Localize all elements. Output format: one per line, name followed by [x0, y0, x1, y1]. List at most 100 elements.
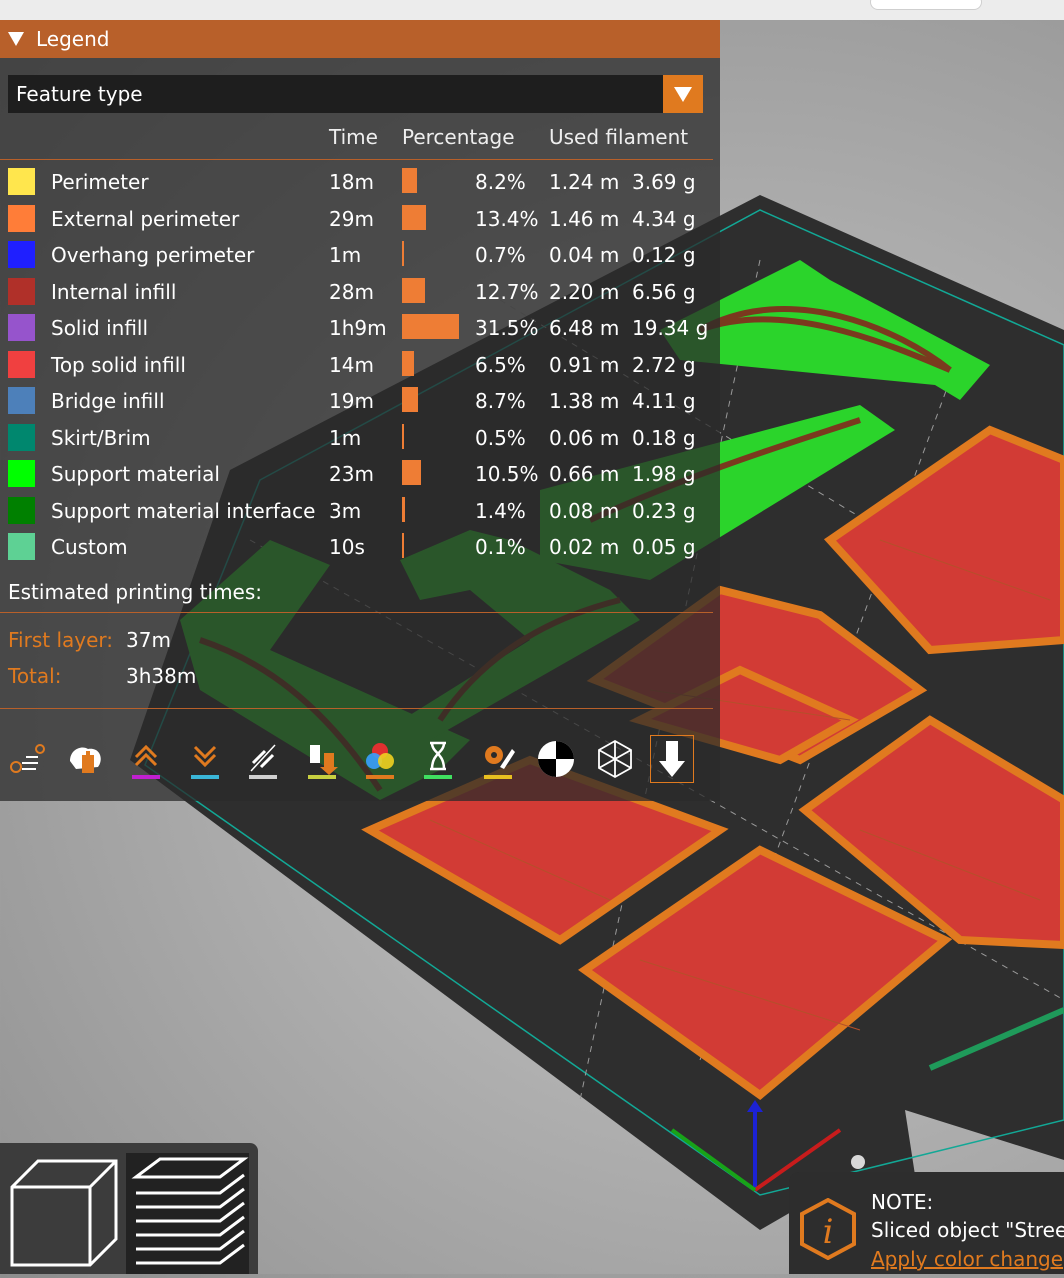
- legend-row[interactable]: Overhang perimeter 1m 0.7% 0.04 m 0.12 g: [0, 237, 720, 273]
- estimated-times-title: Estimated printing times:: [8, 580, 263, 604]
- first-layer-label: First layer:: [8, 628, 114, 652]
- legend-toolbar: [0, 735, 720, 783]
- feature-name: Internal infill: [51, 279, 177, 304]
- percentage-bar: [402, 423, 404, 449]
- divider: [0, 708, 713, 709]
- percentage-bar: [402, 350, 414, 376]
- 3d-view-button[interactable]: [8, 1157, 120, 1269]
- color-swatch: [8, 423, 35, 451]
- feature-time: 1m: [329, 243, 362, 267]
- feature-percentage: 31.5%: [475, 316, 539, 340]
- feature-weight: 0.23 g: [632, 498, 696, 523]
- feature-weight: 0.12 g: [632, 243, 696, 267]
- notification: i NOTE: Sliced object "Street Apply colo…: [789, 1172, 1064, 1274]
- legend-row[interactable]: Support material 23m 10.5% 0.66 m 1.98 g: [0, 456, 720, 492]
- apply-color-change-link[interactable]: Apply color change: [871, 1247, 1063, 1271]
- feature-length: 0.08 m: [549, 498, 620, 523]
- feature-weight: 1.98 g: [632, 462, 696, 486]
- feature-name: Perimeter: [51, 170, 149, 194]
- legend-row[interactable]: Custom 10s 0.1% 0.02 m 0.05 g: [0, 529, 720, 565]
- feature-name: External perimeter: [51, 206, 240, 231]
- pause-icon[interactable]: [416, 735, 460, 783]
- feature-length: 1.46 m: [549, 206, 620, 231]
- legend-row[interactable]: Internal infill 28m 12.7% 2.20 m 6.56 g: [0, 274, 720, 310]
- percentage-bar: [402, 460, 421, 485]
- note-title: NOTE:: [871, 1190, 934, 1214]
- layers-icon: [131, 1157, 249, 1265]
- color-swatch: [8, 460, 35, 487]
- center-of-gravity-icon[interactable]: [534, 735, 578, 783]
- cube-icon: [10, 1159, 118, 1267]
- legend-row[interactable]: Bridge infill 19m 8.7% 1.38 m 4.11 g: [0, 383, 720, 419]
- feature-time: 18m: [329, 170, 374, 194]
- svg-text:i: i: [823, 1212, 834, 1252]
- feature-percentage: 0.7%: [475, 243, 526, 267]
- dropdown-arrow-icon[interactable]: [663, 75, 703, 113]
- preview-button[interactable]: [126, 1153, 249, 1274]
- legend-row[interactable]: Top solid infill 14m 6.5% 0.91 m 2.72 g: [0, 347, 720, 383]
- column-time: Time: [329, 125, 378, 149]
- column-percentage: Percentage: [402, 125, 515, 149]
- legend-panel: Legend Feature type Time Percentage Used…: [0, 20, 720, 801]
- top-field[interactable]: [870, 0, 982, 10]
- legend-row[interactable]: Solid infill 1h9m 31.5% 6.48 m 19.34 g: [0, 310, 720, 346]
- feature-name: Solid infill: [51, 316, 149, 340]
- collapse-triangle-icon: [8, 32, 24, 46]
- feature-weight: 19.34 g: [632, 316, 709, 340]
- feature-weight: 0.18 g: [632, 425, 696, 450]
- feature-name: Bridge infill: [51, 389, 165, 413]
- feature-weight: 4.11 g: [632, 389, 696, 413]
- view-type-value: Feature type: [16, 82, 143, 106]
- view-type-select[interactable]: Feature type: [8, 75, 703, 113]
- feature-weight: 6.56 g: [632, 279, 696, 304]
- travel-icon[interactable]: [6, 735, 50, 783]
- info-icon: i: [799, 1197, 857, 1261]
- feature-time: 14m: [329, 352, 374, 377]
- note-text: Sliced object "Street: [871, 1218, 1064, 1242]
- feature-time: 23m: [329, 462, 374, 486]
- retractions-icon[interactable]: [124, 735, 168, 783]
- tool-marker-icon[interactable]: [650, 735, 694, 783]
- feature-length: 0.66 m: [549, 462, 620, 486]
- feature-length: 0.06 m: [549, 425, 620, 450]
- deretractions-icon[interactable]: [183, 735, 227, 783]
- feature-length: 2.20 m: [549, 279, 620, 304]
- color-swatch: [8, 314, 35, 341]
- percentage-bar: [402, 533, 404, 558]
- total-value: 3h38m: [126, 664, 197, 688]
- tool-changes-icon[interactable]: [300, 735, 344, 783]
- feature-percentage: 8.2%: [475, 170, 526, 194]
- feature-weight: 0.05 g: [632, 535, 696, 559]
- seams-icon[interactable]: [241, 735, 285, 783]
- feature-name: Top solid infill: [51, 352, 186, 377]
- feature-percentage: 12.7%: [475, 279, 539, 304]
- color-changes-icon[interactable]: [358, 735, 402, 783]
- divider: [0, 612, 713, 613]
- legend-row[interactable]: Perimeter 18m 8.2% 1.24 m 3.69 g: [0, 164, 720, 200]
- wipe-icon[interactable]: [64, 735, 108, 783]
- legend-row[interactable]: Support material interface 3m 1.4% 0.08 m 0.…: [0, 493, 720, 529]
- custom-gcode-icon[interactable]: [476, 735, 520, 783]
- legend-row[interactable]: Skirt/Brim 1m 0.5% 0.06 m 0.18 g: [0, 420, 720, 456]
- legend-header[interactable]: Legend: [0, 20, 720, 58]
- percentage-bar: [402, 387, 418, 412]
- feature-time: 1m: [329, 425, 362, 450]
- feature-length: 0.04 m: [549, 243, 620, 267]
- column-used-filament: Used filament: [549, 125, 689, 149]
- shells-icon[interactable]: [593, 735, 637, 783]
- percentage-bar: [402, 204, 427, 230]
- percentage-bar: [402, 314, 459, 339]
- feature-name: Skirt/Brim: [51, 425, 151, 450]
- legend-title: Legend: [36, 27, 110, 51]
- feature-length: 6.48 m: [549, 316, 620, 340]
- percentage-bar: [402, 241, 404, 266]
- color-swatch: [8, 533, 35, 560]
- legend-row[interactable]: External perimeter 29m 13.4% 1.46 m 4.34 g: [0, 201, 720, 237]
- color-swatch: [8, 350, 35, 378]
- feature-weight: 4.34 g: [632, 206, 696, 231]
- feature-length: 0.02 m: [549, 535, 620, 559]
- percentage-bar: [402, 496, 405, 522]
- total-label: Total:: [8, 664, 62, 688]
- feature-time: 19m: [329, 389, 374, 413]
- feature-time: 10s: [329, 535, 365, 559]
